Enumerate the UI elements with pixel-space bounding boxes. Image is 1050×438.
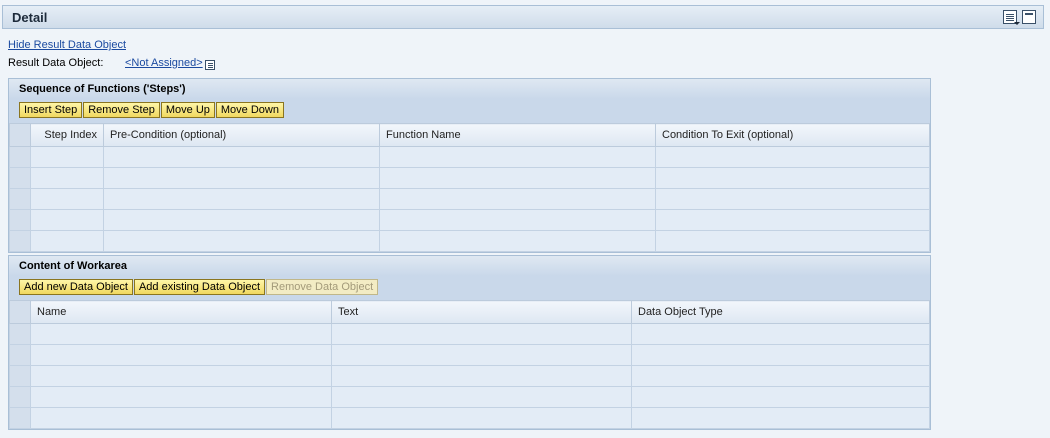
table-cell[interactable] [655,146,930,168]
table-row[interactable] [9,323,930,345]
steps-table-body [9,146,930,252]
select-all-cell[interactable] [9,300,31,324]
table-cell[interactable] [103,167,380,189]
workarea-group: Content of Workarea Add new Data Object A… [8,255,931,430]
table-cell[interactable] [30,365,332,387]
add-new-data-object-button[interactable]: Add new Data Object [19,279,133,295]
table-row[interactable] [9,188,930,210]
table-row[interactable] [9,209,930,231]
table-cell[interactable] [655,209,930,231]
row-selector[interactable] [9,230,31,252]
insert-step-button[interactable]: Insert Step [19,102,83,118]
workarea-group-title: Content of Workarea [9,256,930,276]
table-cell[interactable] [103,230,380,252]
table-cell[interactable] [331,344,632,366]
table-cell[interactable] [655,167,930,189]
column-header-condition-to-exit[interactable]: Condition To Exit (optional) [655,123,930,147]
table-cell[interactable] [30,209,104,231]
column-header-pre-condition[interactable]: Pre-Condition (optional) [103,123,380,147]
table-cell[interactable] [631,323,930,345]
add-existing-data-object-button[interactable]: Add existing Data Object [133,279,266,295]
steps-toolbar: Insert Step Remove Step Move Up Move Down [9,99,930,123]
row-selector[interactable] [9,344,31,366]
remove-data-object-button: Remove Data Object [266,279,379,295]
table-cell[interactable] [30,230,104,252]
table-cell[interactable] [30,323,332,345]
workarea-toolbar: Add new Data Object Add existing Data Obj… [9,276,930,300]
table-cell[interactable] [331,323,632,345]
move-down-button[interactable]: Move Down [215,102,284,118]
select-all-cell[interactable] [9,123,31,147]
column-header-name[interactable]: Name [30,300,332,324]
table-cell[interactable] [30,344,332,366]
row-selector[interactable] [9,167,31,189]
table-cell[interactable] [379,188,656,210]
move-up-button[interactable]: Move Up [160,102,215,118]
table-cell[interactable] [655,188,930,210]
row-selector[interactable] [9,146,31,168]
table-cell[interactable] [103,146,380,168]
table-cell[interactable] [331,407,632,429]
table-cell[interactable] [30,167,104,189]
table-cell[interactable] [379,146,656,168]
table-cell[interactable] [331,365,632,387]
row-selector[interactable] [9,323,31,345]
table-cell[interactable] [379,209,656,231]
table-row[interactable] [9,146,930,168]
list-options-icon[interactable] [1003,10,1020,25]
steps-group-title: Sequence of Functions ('Steps') [9,79,930,99]
row-selector[interactable] [9,407,31,429]
workarea-table: Name Text Data Object Type [9,300,930,429]
table-row[interactable] [9,386,930,408]
row-selector[interactable] [9,386,31,408]
detail-panel-header: Detail [2,5,1044,29]
column-header-function-name[interactable]: Function Name [379,123,656,147]
table-cell[interactable] [631,386,930,408]
column-header-text[interactable]: Text [331,300,632,324]
table-cell[interactable] [631,365,930,387]
table-row[interactable] [9,407,930,429]
value-help-icon[interactable] [205,60,215,70]
column-header-step-index[interactable]: Step Index [30,123,104,147]
table-cell[interactable] [379,230,656,252]
column-header-data-object-type[interactable]: Data Object Type [631,300,930,324]
table-cell[interactable] [103,209,380,231]
table-cell[interactable] [30,188,104,210]
table-cell[interactable] [30,407,332,429]
row-selector[interactable] [9,209,31,231]
table-cell[interactable] [331,386,632,408]
table-cell[interactable] [631,407,930,429]
row-selector[interactable] [9,365,31,387]
collapse-icon[interactable] [1022,10,1036,24]
table-row[interactable] [9,230,930,252]
result-data-object-value-link[interactable]: <Not Assigned> [125,57,203,69]
steps-table: Step Index Pre-Condition (optional) Func… [9,123,930,252]
table-cell[interactable] [30,146,104,168]
table-cell[interactable] [655,230,930,252]
hide-result-data-object-link[interactable]: Hide Result Data Object [8,39,126,51]
workarea-table-body [9,323,930,429]
table-cell[interactable] [30,386,332,408]
table-cell[interactable] [379,167,656,189]
table-row[interactable] [9,365,930,387]
remove-step-button[interactable]: Remove Step [83,102,160,118]
row-selector[interactable] [9,188,31,210]
table-row[interactable] [9,344,930,366]
table-cell[interactable] [631,344,930,366]
table-cell[interactable] [103,188,380,210]
table-row[interactable] [9,167,930,189]
result-data-object-label: Result Data Object: [8,57,104,69]
panel-title: Detail [12,10,48,25]
steps-group: Sequence of Functions ('Steps') Insert S… [8,78,931,253]
